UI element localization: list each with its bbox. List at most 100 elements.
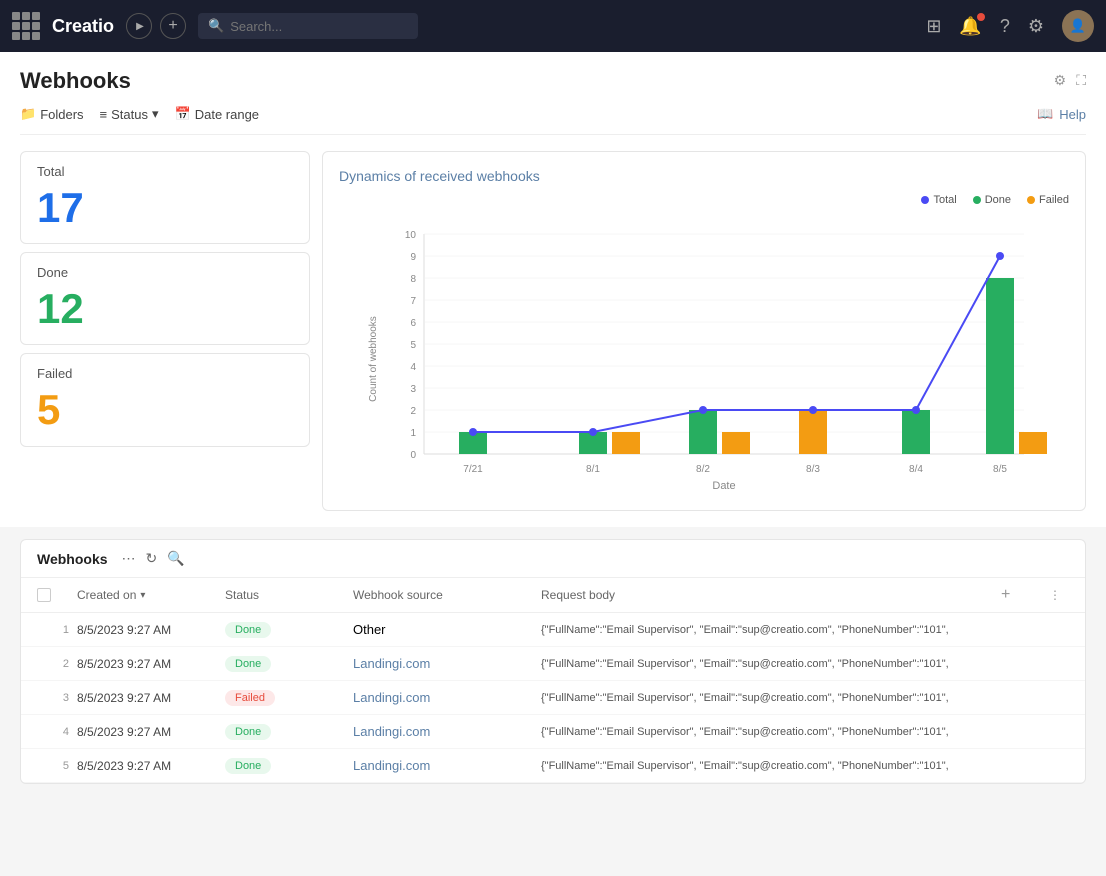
failed-bar-3 xyxy=(722,432,750,454)
settings-small-icon[interactable]: ⚙ xyxy=(1054,72,1067,89)
svg-text:0: 0 xyxy=(410,450,416,461)
expand-icon[interactable]: ⛶ xyxy=(1076,72,1086,89)
cell-source[interactable]: Landingi.com xyxy=(353,724,533,739)
chart-title: Dynamics of received webhooks xyxy=(339,168,1069,184)
play-button[interactable] xyxy=(126,13,152,39)
source-link[interactable]: Landingi.com xyxy=(353,690,430,705)
help-icon[interactable]: ? xyxy=(1000,16,1010,37)
more-options-icon[interactable]: ⋯ xyxy=(122,550,136,567)
source-link[interactable]: Landingi.com xyxy=(353,758,430,773)
page-title: Webhooks xyxy=(20,68,131,94)
cell-status: Failed xyxy=(225,689,345,706)
status-badge: Done xyxy=(225,758,271,774)
source-link[interactable]: Landingi.com xyxy=(353,656,430,671)
svg-text:8: 8 xyxy=(410,274,416,285)
dot-5 xyxy=(912,406,920,414)
status-badge: Failed xyxy=(225,690,275,706)
folders-filter[interactable]: 📁 Folders xyxy=(20,106,84,122)
svg-text:4: 4 xyxy=(410,362,416,373)
svg-text:8/5: 8/5 xyxy=(993,464,1007,475)
col-body[interactable]: Request body xyxy=(541,588,993,602)
row-number: 2 xyxy=(37,658,69,670)
cell-created-on: 8/5/2023 9:27 AM xyxy=(77,657,217,671)
settings-icon[interactable]: ⚙ xyxy=(1028,16,1044,37)
svg-text:Count of webhooks: Count of webhooks xyxy=(368,316,379,402)
failed-bar-4 xyxy=(799,410,827,454)
svg-text:10: 10 xyxy=(405,230,417,241)
status-filter[interactable]: ≡ Status ▾ xyxy=(100,106,159,122)
col-options-icon[interactable]: ⋮ xyxy=(1049,588,1069,602)
svg-text:5: 5 xyxy=(410,340,416,351)
cell-status: Done xyxy=(225,621,345,638)
date-range-filter[interactable]: 📅 Date range xyxy=(175,106,260,122)
add-column-icon[interactable]: + xyxy=(1001,586,1041,604)
webhooks-table: Webhooks ⋯ ↻ 🔍 Created on ▾ Status xyxy=(20,539,1086,784)
failed-value: 5 xyxy=(37,387,293,433)
failed-bar-6 xyxy=(1019,432,1047,454)
failed-legend-dot xyxy=(1027,196,1035,204)
source-link[interactable]: Landingi.com xyxy=(353,724,430,739)
legend-total: Total xyxy=(921,194,956,206)
help-button[interactable]: 📖 Help xyxy=(1037,106,1086,122)
cell-created-on: 8/5/2023 9:27 AM xyxy=(77,623,217,637)
cell-created-on: 8/5/2023 9:27 AM xyxy=(77,691,217,705)
svg-text:Date: Date xyxy=(712,480,735,492)
total-card: Total 17 xyxy=(20,151,310,244)
svg-text:6: 6 xyxy=(410,318,416,329)
row-number: 5 xyxy=(37,760,69,772)
cell-source[interactable]: Other xyxy=(353,622,533,637)
legend-failed: Failed xyxy=(1027,194,1069,206)
table-actions: ⋯ ↻ 🔍 xyxy=(122,550,185,567)
col-source[interactable]: Webhook source xyxy=(353,588,533,602)
content-area: Webhooks ⚙ ⛶ 📁 Folders ≡ Status ▾ 📅 Date… xyxy=(0,52,1106,527)
cell-source[interactable]: Landingi.com xyxy=(353,656,533,671)
row-number: 1 xyxy=(37,624,69,636)
svg-text:1: 1 xyxy=(410,428,416,439)
dot-1 xyxy=(469,428,477,436)
total-label: Total xyxy=(37,164,293,179)
cell-source[interactable]: Landingi.com xyxy=(353,690,533,705)
col-status[interactable]: Status xyxy=(225,588,345,602)
dot-4 xyxy=(809,406,817,414)
col-created-on[interactable]: Created on ▾ xyxy=(77,588,217,602)
dot-2 xyxy=(589,428,597,436)
legend-done: Done xyxy=(973,194,1011,206)
done-label: Done xyxy=(37,265,293,280)
failed-card: Failed 5 xyxy=(20,353,310,446)
top-navigation: Creatio + 🔍 ⊞ 🔔 ? ⚙ 👤 xyxy=(0,0,1106,52)
table-row: 3 8/5/2023 9:27 AM Failed Landingi.com {… xyxy=(21,681,1085,715)
row-number: 3 xyxy=(37,692,69,704)
status-badge: Done xyxy=(225,724,271,740)
cell-request-body: {"FullName":"Email Supervisor", "Email":… xyxy=(541,692,993,704)
refresh-icon[interactable]: ↻ xyxy=(146,550,158,567)
cell-created-on: 8/5/2023 9:27 AM xyxy=(77,725,217,739)
search-box[interactable]: 🔍 xyxy=(198,13,418,39)
filter-toolbar: 📁 Folders ≡ Status ▾ 📅 Date range 📖 Help xyxy=(20,106,1086,135)
user-avatar[interactable]: 👤 xyxy=(1062,10,1094,42)
dot-3 xyxy=(699,406,707,414)
cell-source[interactable]: Landingi.com xyxy=(353,758,533,773)
search-input[interactable] xyxy=(230,19,408,34)
failed-bar-2 xyxy=(612,432,640,454)
logo[interactable]: Creatio xyxy=(52,16,114,37)
svg-text:2: 2 xyxy=(410,406,416,417)
table-row: 2 8/5/2023 9:27 AM Done Landingi.com {"F… xyxy=(21,647,1085,681)
cell-request-body: {"FullName":"Email Supervisor", "Email":… xyxy=(541,760,993,772)
total-value: 17 xyxy=(37,185,293,231)
notifications-icon[interactable]: 🔔 xyxy=(959,16,981,37)
dashboard-icon[interactable]: ⊞ xyxy=(926,16,941,37)
notification-dot xyxy=(977,13,985,21)
add-button[interactable]: + xyxy=(160,13,186,39)
table-row: 5 8/5/2023 9:27 AM Done Landingi.com {"F… xyxy=(21,749,1085,783)
cell-status: Done xyxy=(225,757,345,774)
select-all-checkbox[interactable] xyxy=(37,588,69,602)
nav-right: ⊞ 🔔 ? ⚙ 👤 xyxy=(926,10,1094,42)
sort-icon: ▾ xyxy=(140,590,145,601)
chart-area: Count of webhooks xyxy=(339,214,1069,494)
book-icon: 📖 xyxy=(1037,106,1053,122)
table-search-icon[interactable]: 🔍 xyxy=(167,550,184,567)
source-text: Other xyxy=(353,622,386,637)
apps-grid-icon[interactable] xyxy=(12,12,40,40)
dot-6 xyxy=(996,252,1004,260)
chart-svg: Count of webhooks xyxy=(339,214,1069,494)
